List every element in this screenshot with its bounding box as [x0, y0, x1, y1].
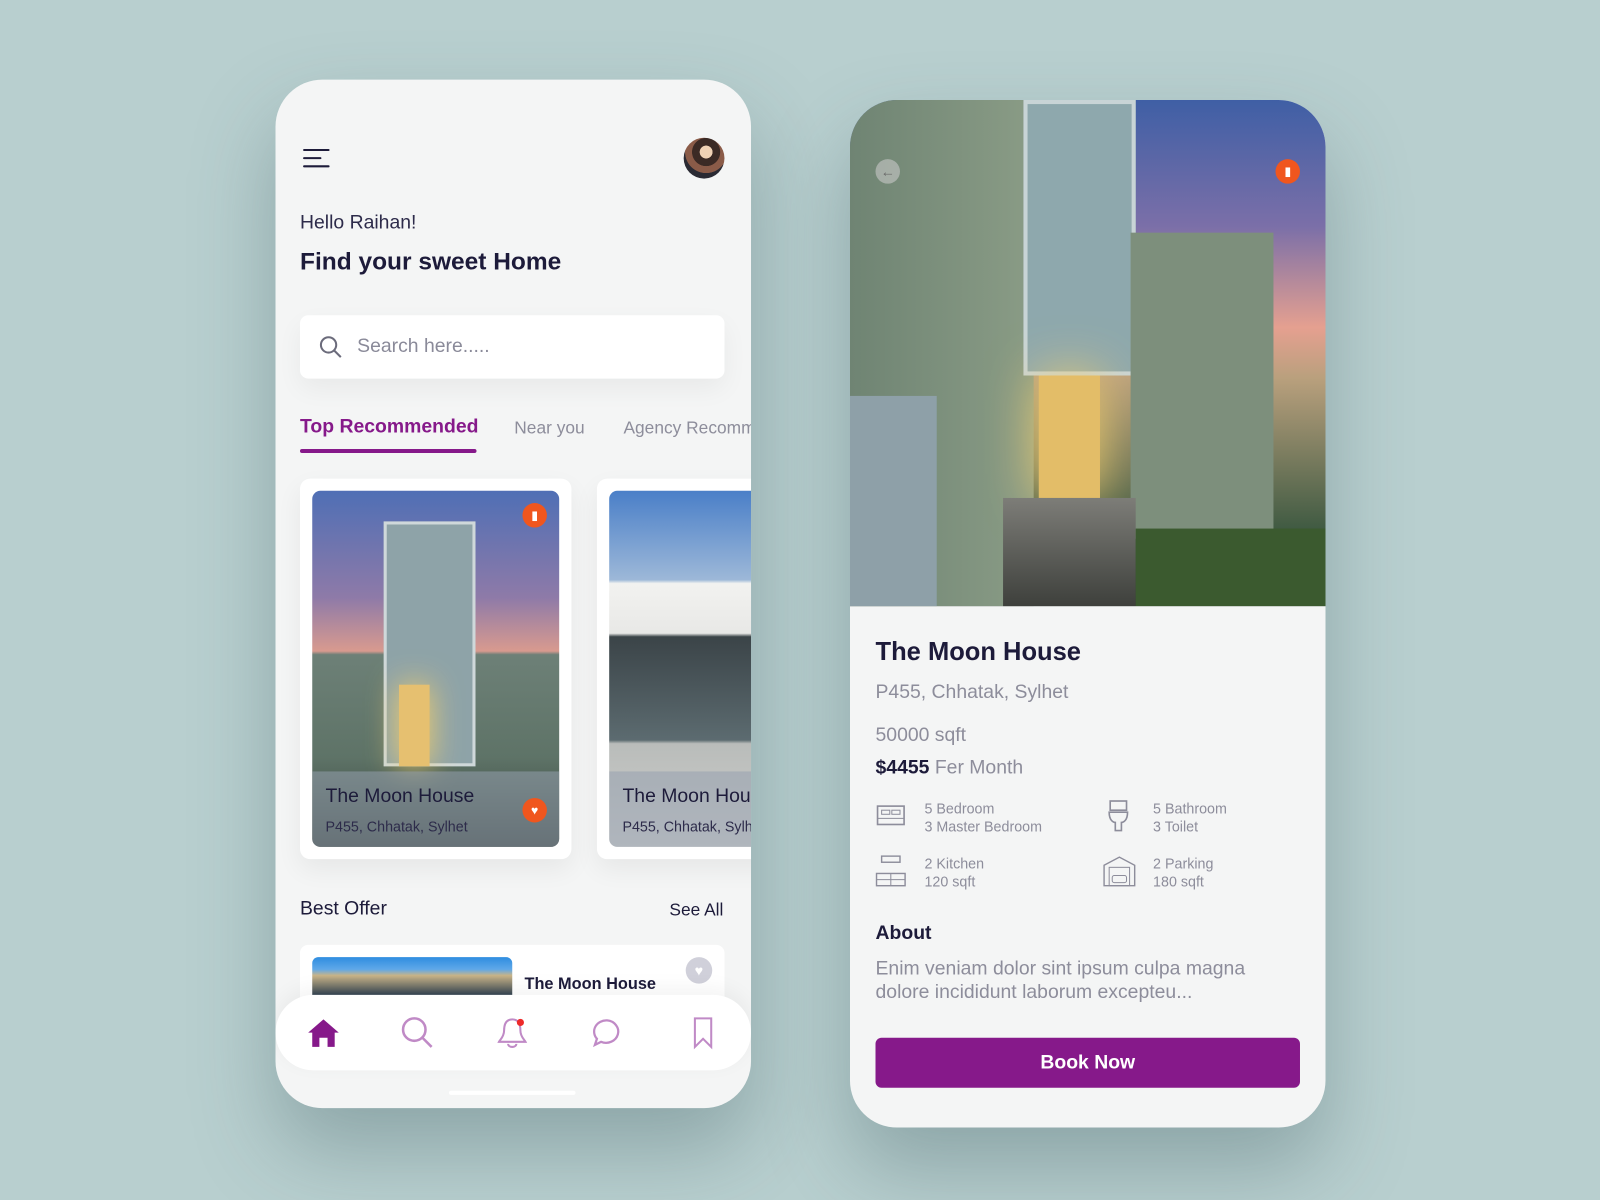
- property-photo: The Moon House P455, Chhatak, Sylhet: [609, 490, 752, 847]
- card-address: P455, Chhatak, Sylhet: [622, 818, 752, 835]
- book-now-button[interactable]: Book Now: [875, 1037, 1300, 1088]
- price-unit: Fer Month: [934, 757, 1024, 779]
- card-address: P455, Chhatak, Sylhet: [325, 818, 468, 835]
- detail-screen: ← ▮ The Moon House P455, Chhatak, Sylhet…: [849, 99, 1326, 1128]
- card-title: The Moon House: [325, 785, 475, 808]
- greeting: Hello Raihan!: [299, 212, 417, 234]
- property-area: 50000 sqft: [875, 724, 967, 746]
- about-text: Enim veniam dolor sint ipsum culpa magna…: [875, 958, 1246, 1004]
- heart-icon[interactable]: ♥: [522, 797, 547, 823]
- about-heading: About: [875, 922, 932, 944]
- toilet-icon: [1108, 800, 1129, 832]
- property-photo: The Moon House P455, Chhatak, Sylhet ▮ ♥: [312, 490, 560, 847]
- feature-bedroom: 5 Bedroom 3 Master Bedroom: [924, 799, 1043, 835]
- property-address: P455, Chhatak, Sylhet: [875, 681, 1069, 704]
- search-input[interactable]: Search here.....: [299, 315, 725, 379]
- kitchen-icon: [875, 855, 906, 887]
- bed-icon: [876, 805, 905, 826]
- bottom-nav: [275, 994, 752, 1071]
- active-tab-indicator: [299, 448, 477, 454]
- tab-near-you[interactable]: Near you: [514, 418, 584, 438]
- home-screen: Hello Raihan! Find your sweet Home Searc…: [275, 79, 752, 1109]
- property-card[interactable]: The Moon House P455, Chhatak, Sylhet: [596, 478, 752, 860]
- property-price: $4455 Fer Month: [876, 757, 1024, 779]
- feature-kitchen: 2 Kitchen 120 sqft: [924, 855, 985, 890]
- menu-icon[interactable]: [303, 148, 330, 168]
- property-card[interactable]: The Moon House P455, Chhatak, Sylhet ▮ ♥: [299, 478, 572, 860]
- garage-icon: [1103, 856, 1136, 887]
- price-value: $4455: [875, 757, 930, 779]
- search-icon: [319, 336, 342, 358]
- card-title: The Moon House: [622, 785, 751, 808]
- bell-icon[interactable]: [495, 1015, 530, 1050]
- bookmark-icon[interactable]: ▮: [522, 503, 547, 528]
- back-icon[interactable]: ←: [875, 159, 900, 184]
- avatar[interactable]: [683, 137, 725, 179]
- home-icon[interactable]: [306, 1015, 341, 1050]
- search-icon[interactable]: [400, 1015, 435, 1050]
- feature-bathroom: 5 Bathroom 3 Toilet: [1153, 799, 1227, 835]
- feature-parking: 2 Parking 180 sqft: [1153, 855, 1214, 890]
- page-title: Find your sweet Home: [299, 247, 562, 276]
- tab-agency-recommended[interactable]: Agency Recommended: [623, 418, 751, 438]
- chat-icon[interactable]: [590, 1015, 625, 1050]
- best-offer-heading: Best Offer: [299, 897, 387, 920]
- see-all-link[interactable]: See All: [669, 900, 723, 920]
- property-hero-photo: [849, 99, 1326, 607]
- tab-top-recommended[interactable]: Top Recommended: [300, 416, 478, 438]
- search-placeholder: Search here.....: [357, 335, 490, 358]
- heart-icon[interactable]: ♥: [685, 957, 713, 984]
- bookmark-icon[interactable]: [686, 1015, 721, 1050]
- offer-title: The Moon House: [524, 975, 657, 993]
- bookmark-icon[interactable]: ▮: [1275, 159, 1300, 184]
- home-indicator: [448, 1090, 576, 1095]
- property-title: The Moon House: [875, 637, 1082, 667]
